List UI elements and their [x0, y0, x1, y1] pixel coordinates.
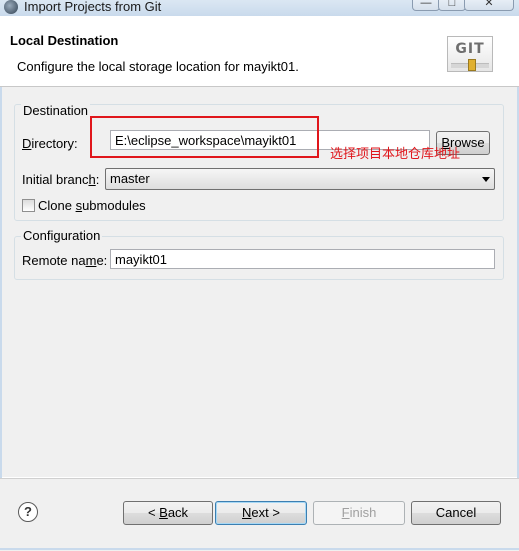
- window-title: Import Projects from Git: [24, 0, 162, 14]
- title-bar: Import Projects from Git — □ ✕: [0, 0, 519, 16]
- minimize-button[interactable]: —: [412, 0, 440, 11]
- git-logo-slider: [468, 59, 476, 71]
- git-logo-text: GIT: [455, 41, 485, 57]
- initial-branch-select[interactable]: master: [105, 168, 495, 190]
- destination-group-label: Destination: [21, 103, 91, 118]
- remote-name-input[interactable]: mayikt01: [110, 249, 495, 269]
- back-button[interactable]: < Back: [123, 501, 213, 525]
- eclipse-app-icon: [4, 0, 18, 14]
- initial-branch-value: master: [110, 171, 150, 186]
- remote-name-label: Remote name:: [22, 253, 108, 268]
- highlight-box: [90, 116, 319, 158]
- page-description: Configure the local storage location for…: [17, 59, 299, 74]
- clone-submodules-checkbox[interactable]: [22, 199, 35, 212]
- configuration-group-label: Configuration: [21, 228, 103, 243]
- finish-button: Finish: [313, 501, 405, 525]
- maximize-button[interactable]: □: [438, 0, 466, 11]
- next-button[interactable]: Next >: [215, 501, 307, 525]
- close-button[interactable]: ✕: [464, 0, 514, 11]
- clone-submodules-label: Clone submodules: [38, 198, 146, 213]
- directory-label: Directory:: [22, 136, 78, 151]
- initial-branch-label: Initial branch:: [22, 172, 100, 187]
- git-logo-icon: GIT: [447, 36, 493, 72]
- chevron-down-icon: [482, 177, 490, 182]
- annotation-text: 选择项目本地仓库地址: [330, 147, 461, 162]
- cancel-button[interactable]: Cancel: [411, 501, 501, 525]
- wizard-header: Local Destination Configure the local st…: [0, 16, 519, 87]
- help-icon[interactable]: ?: [18, 502, 38, 522]
- page-title: Local Destination: [10, 33, 119, 48]
